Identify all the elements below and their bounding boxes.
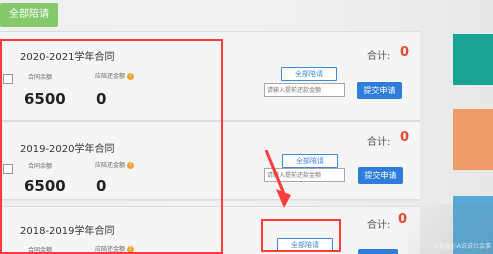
- submit-application-button-2[interactable]: 提交申请: [358, 167, 403, 184]
- submit-application-button-3[interactable]: [358, 249, 398, 254]
- total-label-2: 合计:: [367, 137, 391, 148]
- submit-application-button-1[interactable]: 提交申请: [357, 82, 402, 99]
- red-arrow-line: [264, 150, 286, 195]
- highlight-box-left: [0, 39, 223, 254]
- total-label-3: 合计:: [367, 220, 391, 231]
- red-arrow-icon: [264, 150, 291, 208]
- contract-repayment-page: 全部陪请 2020-2021学年合同 合同余额 应陪还金额 i 6500 0 合计…: [0, 0, 493, 254]
- highlight-box-all-apply: [261, 219, 341, 252]
- watermark-text: 头条@小A说说社会事: [432, 243, 491, 250]
- right-panel-teal: [453, 34, 493, 85]
- top-all-apply-button[interactable]: 全部陪请: [0, 3, 58, 27]
- total-value-3: 0: [398, 212, 408, 227]
- right-panel-orange: [453, 109, 493, 170]
- prepayment-input-1[interactable]: 请输入提前还款金额: [264, 83, 345, 97]
- total-label-1: 合计:: [367, 51, 391, 62]
- total-value-1: 0: [400, 45, 410, 60]
- contract-all-apply-button-1[interactable]: 全部陪请: [281, 67, 337, 81]
- total-value-2: 0: [400, 130, 410, 145]
